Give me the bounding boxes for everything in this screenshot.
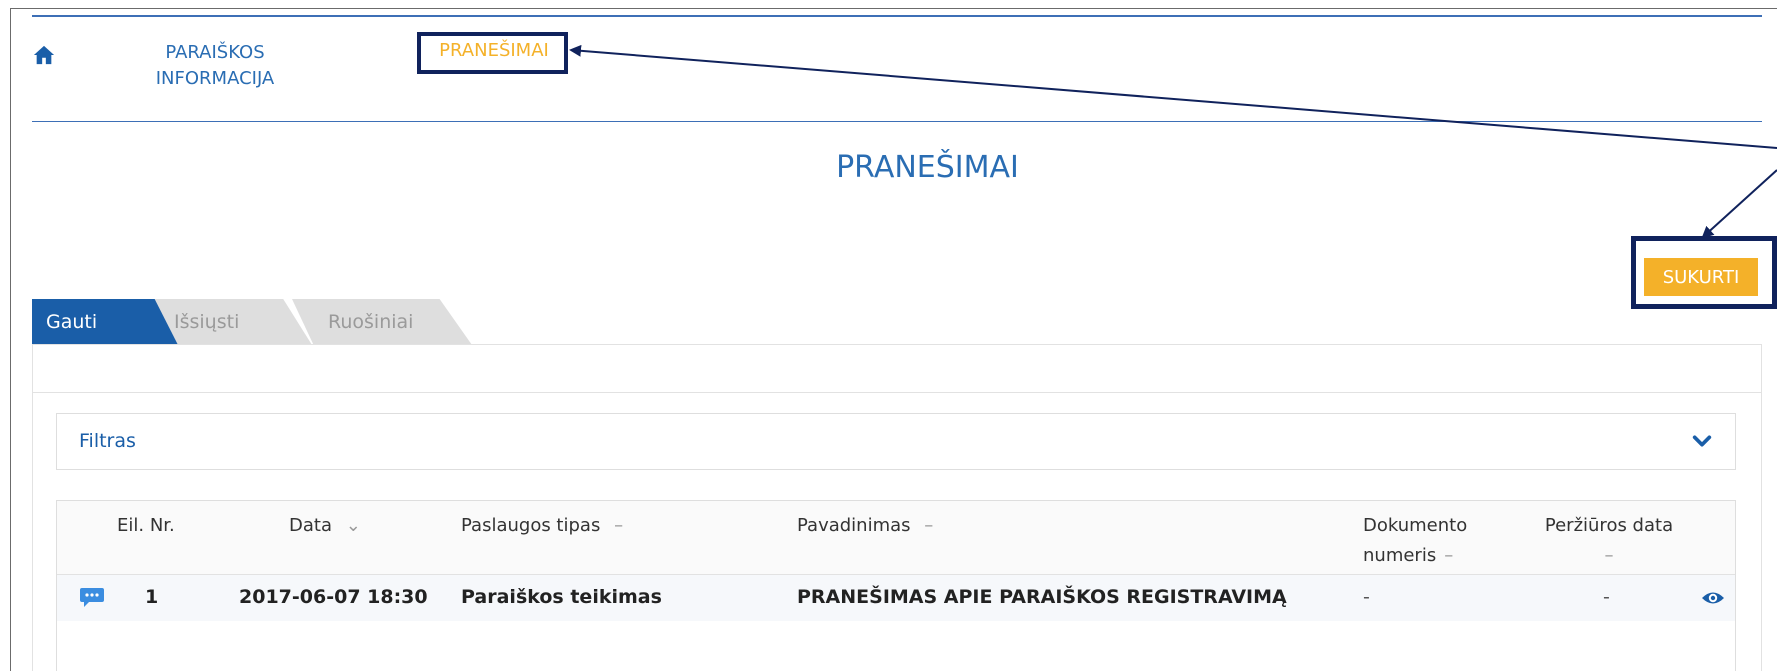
home-icon[interactable] [33, 44, 55, 66]
sort-neutral-icon: – [1444, 545, 1454, 566]
header-date[interactable]: Data ⌄ [289, 511, 361, 541]
cell-nr: 1 [145, 586, 159, 608]
header-service-type-label: Paslaugos tipas [461, 515, 601, 536]
nav-info-line2: INFORMACIJA [155, 68, 275, 89]
sort-neutral-icon: – [614, 515, 624, 536]
nav-info-line1: PARAIŠKOS [165, 42, 265, 63]
header-doc-no[interactable]: Dokumento numeris – [1363, 511, 1467, 571]
top-divider [32, 15, 1762, 17]
table-header: Eil. Nr. Data ⌄ Paslaugos tipas – Pavadi… [57, 501, 1735, 575]
filter-bar[interactable]: Filtras [56, 413, 1736, 470]
header-name[interactable]: Pavadinimas – [797, 511, 933, 541]
tab-ruosiniai-label: Ruošiniai [328, 311, 414, 333]
nav-divider [32, 121, 1762, 122]
header-view-date-line1: Peržiūros data [1544, 515, 1674, 536]
panel-divider [32, 392, 1762, 393]
page-title: PRANEŠIMAI [836, 150, 1019, 185]
table-continuation [56, 621, 1736, 671]
filter-label: Filtras [79, 430, 136, 452]
chevron-down-icon[interactable] [1691, 430, 1713, 452]
messages-table: Eil. Nr. Data ⌄ Paslaugos tipas – Pavadi… [56, 500, 1736, 621]
cell-doc-no: - [1363, 586, 1370, 608]
header-doc-no-line2: numeris [1363, 545, 1437, 566]
header-nr[interactable]: Eil. Nr. [117, 511, 175, 541]
table-row[interactable]: 1 2017-06-07 18:30 Paraiškos teikimas PR… [57, 575, 1735, 621]
create-button[interactable]: SUKURTI [1640, 254, 1762, 300]
highlight-box-nav [417, 32, 568, 74]
cell-name: PRANEŠIMAS APIE PARAIŠKOS REGISTRAVIMĄ [797, 586, 1287, 608]
sort-neutral-icon: – [924, 515, 934, 536]
sort-neutral-icon: – [1604, 545, 1614, 566]
cell-view-date: - [1603, 586, 1610, 608]
eye-icon[interactable] [1701, 588, 1725, 608]
header-name-label: Pavadinimas [797, 515, 911, 536]
header-doc-no-line1: Dokumento [1363, 515, 1468, 536]
header-view-date[interactable]: Peržiūros data – [1536, 511, 1682, 571]
sort-desc-icon: ⌄ [345, 515, 361, 536]
message-icon [80, 588, 104, 607]
header-service-type[interactable]: Paslaugos tipas – [461, 511, 623, 541]
nav-paraiskos-informacija[interactable]: PARAIŠKOS INFORMACIJA [130, 40, 300, 92]
header-date-label: Data [289, 515, 332, 536]
tab-gauti[interactable]: Gauti [32, 299, 178, 345]
cell-service-type: Paraiškos teikimas [461, 586, 662, 608]
cell-date: 2017-06-07 18:30 [239, 586, 428, 608]
